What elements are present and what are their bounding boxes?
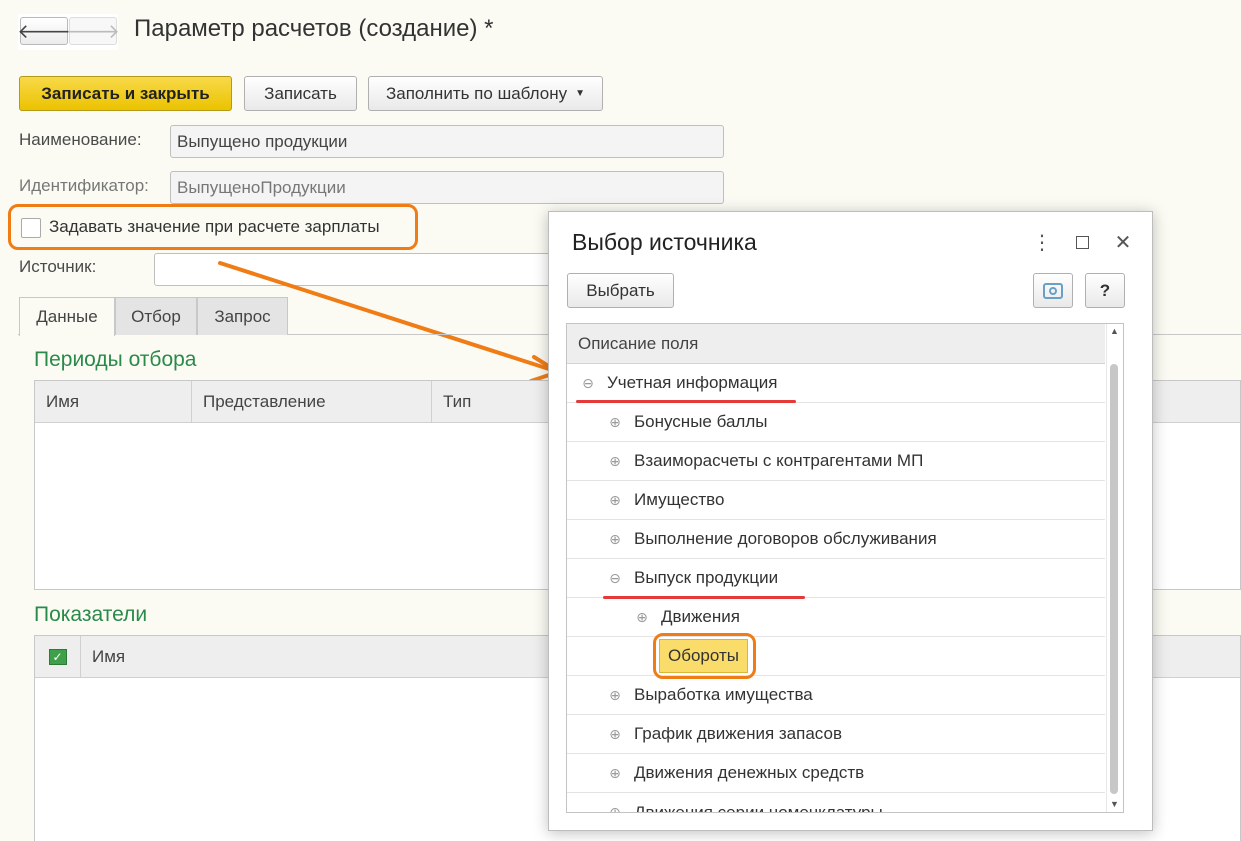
- scroll-thumb[interactable]: [1110, 364, 1118, 794]
- tree-item-label: Бонусные баллы: [634, 412, 768, 431]
- column-header-name[interactable]: Имя: [35, 381, 192, 423]
- highlight-ring: [653, 633, 756, 679]
- tree-item-label: Учетная информация: [607, 373, 778, 392]
- source-selection-dialog: Выбор источника ⋮ ✕ Выбрать ? Описание п…: [548, 211, 1153, 831]
- expand-icon[interactable]: ⊕: [608, 726, 622, 742]
- tree-item-label: Движения: [661, 607, 740, 626]
- tree-item[interactable]: ⊕ График движения запасов: [567, 715, 1105, 754]
- column-header-presentation[interactable]: Представление: [192, 381, 432, 423]
- source-tree[interactable]: Описание поля ⊖ Учетная информация ⊕ Бон…: [566, 323, 1124, 813]
- tree-item[interactable]: ⊕ Движения серии номенклатуры: [567, 793, 1105, 813]
- tree-item[interactable]: ⊖ Выпуск продукции: [567, 559, 1105, 598]
- collapse-icon[interactable]: ⊖: [608, 570, 622, 586]
- dialog-title: Выбор источника: [572, 229, 757, 255]
- more-options-icon[interactable]: ⋮: [1030, 230, 1054, 254]
- tree-item[interactable]: ⊕ Имущество: [567, 481, 1105, 520]
- indicators-title: Показатели: [34, 603, 148, 626]
- help-button[interactable]: ?: [1085, 273, 1125, 308]
- scroll-up-icon[interactable]: ▲: [1110, 326, 1119, 336]
- periods-title: Периоды отбора: [34, 348, 197, 371]
- expand-icon[interactable]: ⊕: [608, 453, 622, 469]
- tab-data[interactable]: Данные: [19, 297, 115, 336]
- select-button[interactable]: Выбрать: [567, 273, 674, 308]
- tab-filter[interactable]: Отбор: [115, 297, 197, 335]
- scroll-down-icon[interactable]: ▼: [1110, 799, 1119, 809]
- tree-item-label: График движения запасов: [634, 724, 842, 743]
- screenshot-button[interactable]: [1033, 273, 1073, 308]
- camera-icon: [1043, 282, 1063, 299]
- tree-item-label: Имущество: [634, 490, 725, 509]
- tree-item-label: Движения денежных средств: [634, 763, 865, 782]
- tree-item[interactable]: ⊕ Взаиморасчеты с контрагентами МП: [567, 442, 1105, 481]
- expand-icon[interactable]: ⊕: [608, 804, 622, 812]
- tree-item[interactable]: ⊕ Бонусные баллы: [567, 403, 1105, 442]
- tree-header: Описание поля: [567, 324, 1105, 364]
- annotation-underline: [576, 400, 796, 403]
- tree-item-label: Движения серии номенклатуры: [634, 802, 883, 813]
- tree-item[interactable]: ⊕ Выработка имущества: [567, 676, 1105, 715]
- annotation-underline: [603, 596, 805, 599]
- expand-icon[interactable]: ⊕: [608, 765, 622, 781]
- expand-icon[interactable]: ⊕: [608, 492, 622, 508]
- tree-item[interactable]: ⊕ Движения денежных средств: [567, 754, 1105, 793]
- close-icon[interactable]: ✕: [1111, 230, 1135, 254]
- checked-list-icon: ✓: [48, 649, 67, 665]
- tree-item[interactable]: ⊖ Учетная информация: [567, 364, 1105, 403]
- tree-item-label: Выпуск продукции: [634, 568, 779, 587]
- expand-icon[interactable]: ⊕: [635, 609, 649, 625]
- column-header-indicator-name[interactable]: Имя: [81, 636, 481, 678]
- expand-icon[interactable]: ⊕: [608, 414, 622, 430]
- collapse-icon[interactable]: ⊖: [581, 375, 595, 391]
- expand-icon[interactable]: ⊕: [608, 687, 622, 703]
- tab-query[interactable]: Запрос: [197, 297, 288, 335]
- tree-item[interactable]: ⊕ Выполнение договоров обслуживания: [567, 520, 1105, 559]
- maximize-icon[interactable]: [1070, 230, 1094, 254]
- checkmark-column-header[interactable]: ✓: [35, 636, 81, 678]
- tree-item-label: Взаиморасчеты с контрагентами МП: [634, 451, 924, 470]
- tree-item-label: Выработка имущества: [634, 685, 813, 704]
- tree-item-selected[interactable]: Обороты: [567, 637, 1105, 676]
- tree-item-label: Выполнение договоров обслуживания: [634, 529, 937, 548]
- tree-item[interactable]: ⊕ Движения: [567, 598, 1105, 637]
- expand-icon[interactable]: ⊕: [608, 531, 622, 547]
